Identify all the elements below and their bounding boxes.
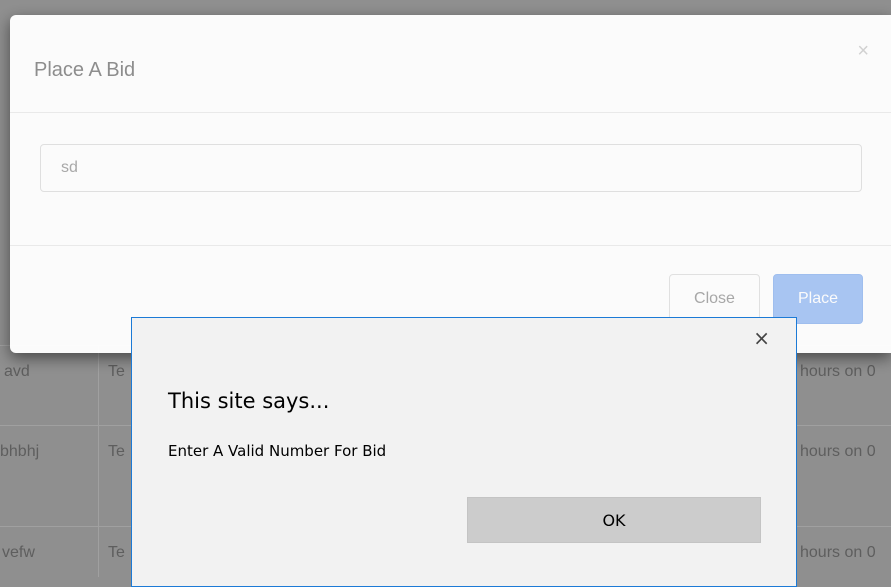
table-cell-name: bhbhj xyxy=(0,443,40,460)
bid-amount-input[interactable] xyxy=(40,144,862,192)
browser-alert-dialog: × This site says... Enter A Valid Number… xyxy=(131,317,797,587)
table-cell-time: hours on 0 xyxy=(800,443,876,460)
close-icon[interactable]: × xyxy=(753,328,770,348)
ok-button[interactable]: OK xyxy=(467,497,761,543)
close-icon[interactable]: × xyxy=(857,41,869,61)
table-cell-type: Te xyxy=(108,443,125,460)
place-bid-modal: Place A Bid × Close Place xyxy=(10,15,891,353)
table-column-divider xyxy=(98,345,99,577)
table-cell-time: hours on 0 xyxy=(800,544,876,561)
modal-header: Place A Bid × xyxy=(10,15,891,113)
table-cell-type: Te xyxy=(108,544,125,561)
modal-body xyxy=(10,113,891,244)
modal-title: Place A Bid xyxy=(34,59,136,81)
alert-message: Enter A Valid Number For Bid xyxy=(168,442,387,460)
alert-title: This site says... xyxy=(168,389,330,413)
table-cell-name: vefw xyxy=(2,544,35,561)
